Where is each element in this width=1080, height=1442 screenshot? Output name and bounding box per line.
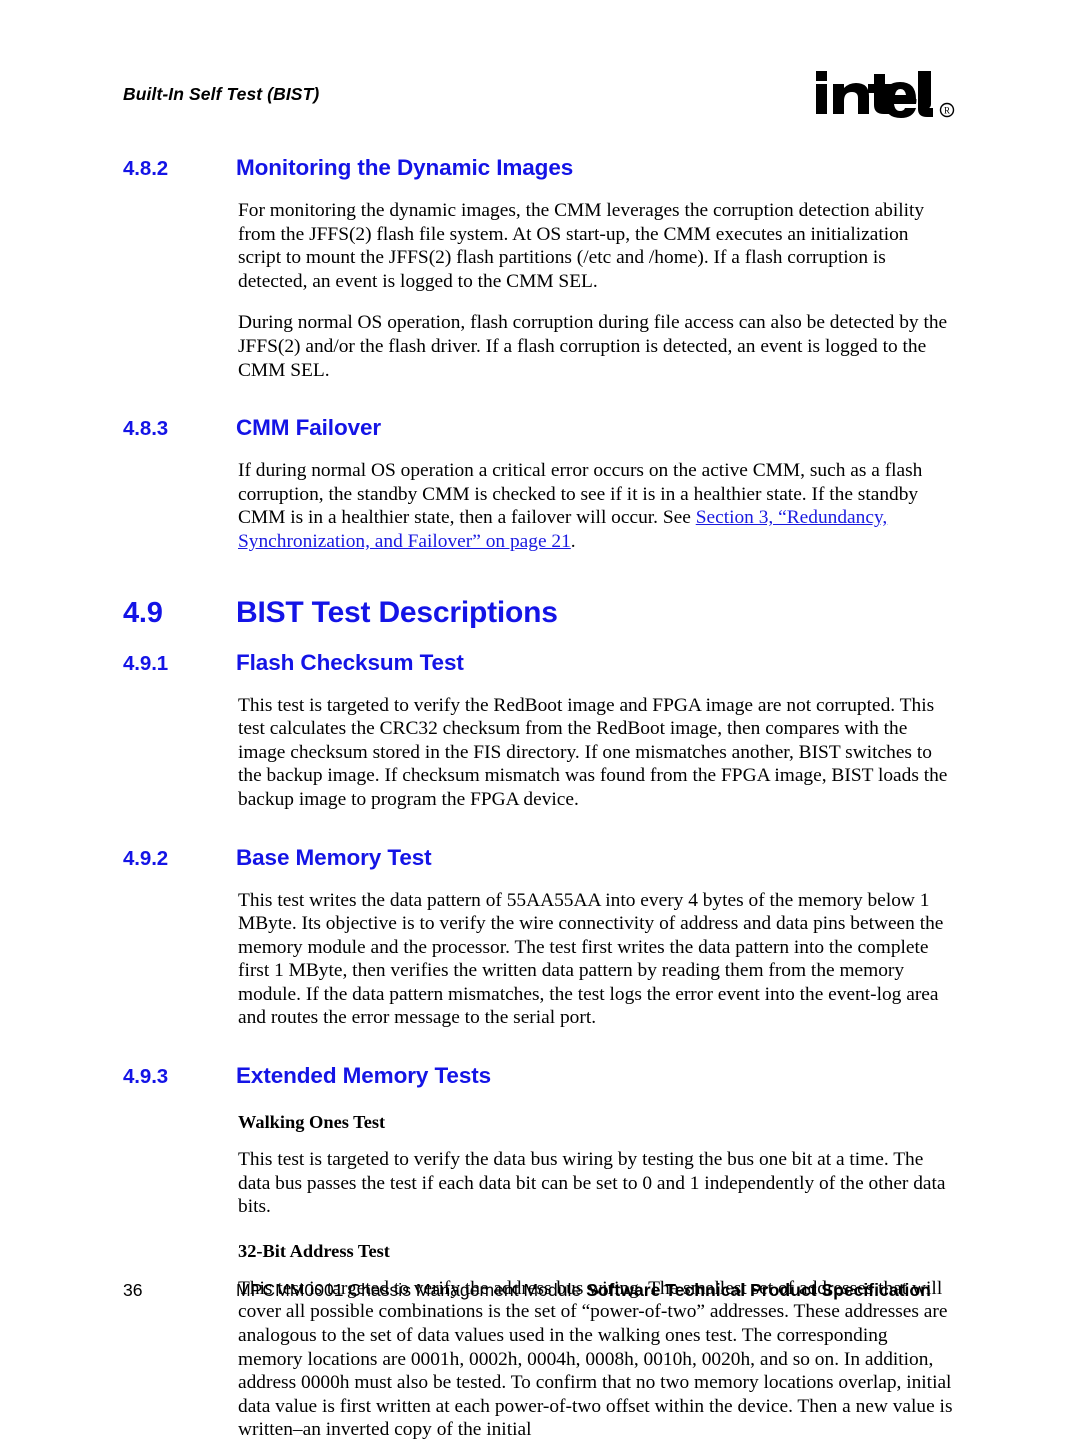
heading-number-4-9-1: 4.9.1 bbox=[123, 651, 169, 675]
page-header: Built-In Self Test (BIST) R bbox=[123, 71, 970, 132]
paragraph-4-8-2-2: During normal OS operation, flash corrup… bbox=[238, 312, 948, 381]
subheading-walking-ones-test: Walking Ones Test bbox=[238, 1112, 386, 1133]
heading-number-4-8-3: 4.8.3 bbox=[123, 417, 169, 441]
heading-number-4-9-3: 4.9.3 bbox=[123, 1065, 169, 1089]
paragraph-4-8-2-1: For monitoring the dynamic images, the C… bbox=[238, 200, 925, 292]
heading-4-9: 4.9 BIST Test Descriptions bbox=[123, 596, 953, 630]
paragraph-4-8-3-1: If during normal OS operation a critical… bbox=[238, 459, 953, 553]
heading-title-4-9-2: Base Memory Test bbox=[236, 844, 432, 870]
footer-doc-name: MPCMM0001 Chassis Management Module bbox=[236, 1280, 587, 1300]
subheading-32-bit-address-test: 32-Bit Address Test bbox=[238, 1240, 390, 1261]
document-page: Built-In Self Test (BIST) R 4.8.2 Monito… bbox=[0, 0, 1080, 1440]
heading-4-9-2: 4.9.2 Base Memory Test bbox=[123, 845, 953, 871]
heading-title-4-9-1: Flash Checksum Test bbox=[236, 649, 464, 675]
heading-4-9-3: 4.9.3 Extended Memory Tests bbox=[123, 1063, 953, 1089]
paragraph-walking-ones-test: This test is targeted to verify the data… bbox=[238, 1149, 946, 1218]
heading-title-4-8-2: Monitoring the Dynamic Images bbox=[236, 155, 574, 180]
heading-4-9-1: 4.9.1 Flash Checksum Test bbox=[123, 650, 953, 676]
heading-number-4-9: 4.9 bbox=[123, 596, 163, 629]
paragraph-4-9-1-1: This test is targeted to verify the RedB… bbox=[238, 694, 948, 810]
heading-4-8-2: 4.8.2 Monitoring the Dynamic Images bbox=[123, 155, 953, 181]
heading-title-4-9-3: Extended Memory Tests bbox=[236, 1063, 492, 1089]
heading-number-4-8-2: 4.8.2 bbox=[123, 157, 169, 180]
footer-spec-name: Software Technical Product Specification bbox=[586, 1280, 931, 1300]
running-header-title: Built-In Self Test (BIST) bbox=[123, 84, 320, 104]
heading-number-4-9-2: 4.9.2 bbox=[123, 846, 169, 870]
heading-title-4-8-3: CMM Failover bbox=[236, 415, 382, 441]
page-number: 36 bbox=[123, 1280, 143, 1300]
svg-text:R: R bbox=[944, 105, 950, 115]
document-body: 4.8.2 Monitoring the Dynamic Images For … bbox=[123, 155, 953, 1442]
paragraph-4-9-2-1: This test writes the data pattern of 55A… bbox=[238, 889, 944, 1029]
intel-logo: R bbox=[810, 66, 970, 126]
footer-document-title: MPCMM0001 Chassis Management Module Soft… bbox=[236, 1280, 931, 1301]
heading-4-8-3: 4.8.3 CMM Failover bbox=[123, 415, 953, 441]
paragraph-4-8-3-text-after: . bbox=[570, 530, 576, 552]
heading-title-4-9: BIST Test Descriptions bbox=[236, 595, 558, 629]
page-footer: 36 MPCMM0001 Chassis Management Module S… bbox=[123, 1280, 953, 1310]
